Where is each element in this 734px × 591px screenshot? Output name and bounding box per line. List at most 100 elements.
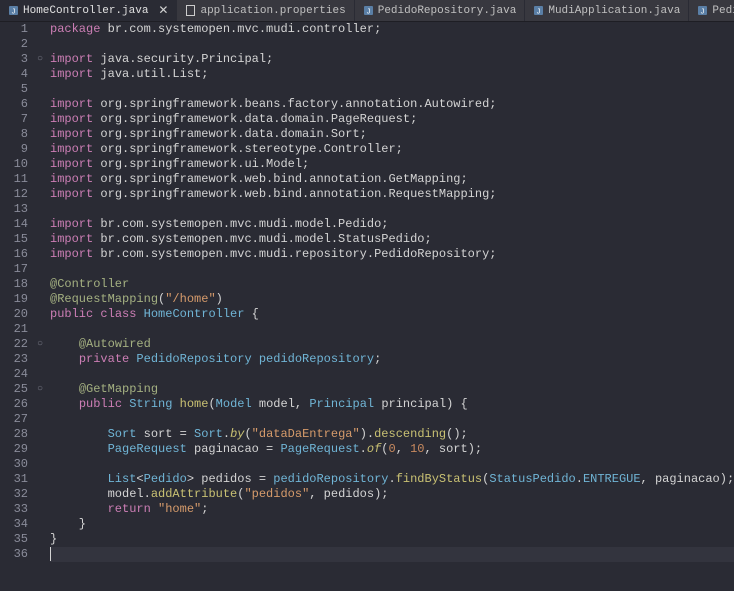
token-kw: import — [50, 247, 93, 261]
code-line[interactable]: import java.util.List; — [50, 67, 734, 82]
fold-marker — [34, 217, 46, 232]
token-pkg — [50, 382, 79, 396]
code-line[interactable] — [50, 367, 734, 382]
fold-marker[interactable]: ○ — [34, 52, 46, 67]
tab-4[interactable]: J PedidoRes — [689, 0, 734, 21]
fold-marker — [34, 37, 46, 52]
token-call: home — [180, 397, 209, 411]
line-number: 1 — [0, 22, 28, 37]
line-number: 34 — [0, 517, 28, 532]
code-line[interactable] — [50, 322, 734, 337]
code-line[interactable]: public String home(Model model, Principa… — [50, 397, 734, 412]
token-pkg: (); — [446, 427, 468, 441]
code-line[interactable]: model.addAttribute("pedidos", pedidos); — [50, 487, 734, 502]
tab-2[interactable]: JPedidoRepository.java — [355, 0, 526, 21]
token-pkg: br.com.systemopen.mvc.mudi.repository.Pe… — [93, 247, 496, 261]
code-line[interactable]: PageRequest paginacao = PageRequest.of(0… — [50, 442, 734, 457]
token-str: "dataDaEntrega" — [252, 427, 360, 441]
code-line[interactable] — [50, 457, 734, 472]
token-pkg: . — [223, 427, 230, 441]
token-ann: @GetMapping — [79, 382, 158, 396]
token-pkg: } — [50, 532, 57, 546]
token-kw: import — [50, 142, 93, 156]
token-pkg — [50, 427, 108, 441]
code-line[interactable]: import org.springframework.beans.factory… — [50, 97, 734, 112]
svg-text:J: J — [701, 9, 705, 16]
tab-3[interactable]: JMudiApplication.java — [525, 0, 689, 21]
code-line[interactable]: Sort sort = Sort.by("dataDaEntrega").des… — [50, 427, 734, 442]
code-line[interactable]: } — [50, 532, 734, 547]
code-line[interactable]: return "home"; — [50, 502, 734, 517]
code-line[interactable]: import java.security.Principal; — [50, 52, 734, 67]
code-line[interactable] — [50, 37, 734, 52]
fold-marker — [34, 502, 46, 517]
fold-marker — [34, 97, 46, 112]
token-kw: import — [50, 127, 93, 141]
token-ann: @RequestMapping — [50, 292, 158, 306]
tab-0[interactable]: JHomeController.java✕ — [0, 0, 177, 21]
token-kw: import — [50, 217, 93, 231]
code-line[interactable]: import org.springframework.data.domain.S… — [50, 127, 734, 142]
line-number: 27 — [0, 412, 28, 427]
code-line[interactable]: import br.com.systemopen.mvc.mudi.model.… — [50, 232, 734, 247]
code-line[interactable]: import br.com.systemopen.mvc.mudi.model.… — [50, 217, 734, 232]
token-kw: import — [50, 187, 93, 201]
line-number: 30 — [0, 457, 28, 472]
code-line[interactable]: public class HomeController { — [50, 307, 734, 322]
tab-1[interactable]: application.properties — [177, 0, 354, 21]
code-line[interactable]: import org.springframework.ui.Model; — [50, 157, 734, 172]
line-number: 21 — [0, 322, 28, 337]
code-line[interactable] — [50, 412, 734, 427]
token-pkg: java.util.List; — [93, 67, 208, 81]
fold-marker — [34, 232, 46, 247]
code-line[interactable] — [50, 202, 734, 217]
line-number: 31 — [0, 472, 28, 487]
code-line[interactable]: import org.springframework.web.bind.anno… — [50, 172, 734, 187]
token-pkg: sort = — [144, 427, 194, 441]
token-type: List — [108, 472, 137, 486]
code-line[interactable] — [50, 547, 734, 562]
code-line[interactable]: private PedidoRepository pedidoRepositor… — [50, 352, 734, 367]
code-line[interactable]: import br.com.systemopen.mvc.mudi.reposi… — [50, 247, 734, 262]
token-pkg: ( — [208, 397, 215, 411]
token-pkg: principal) { — [381, 397, 467, 411]
token-pkg: < — [136, 472, 143, 486]
token-kw: public — [50, 307, 100, 321]
fold-column: ○ ○ ○ — [34, 22, 46, 591]
code-line[interactable]: } — [50, 517, 734, 532]
line-number: 20 — [0, 307, 28, 322]
token-kw: import — [50, 52, 93, 66]
token-pkg: , — [396, 442, 410, 456]
token-str: "home" — [158, 502, 201, 516]
token-call: findByStatus — [396, 472, 482, 486]
java-file-icon: J — [8, 5, 19, 16]
close-icon[interactable]: ✕ — [158, 3, 168, 18]
code-line[interactable]: @Autowired — [50, 337, 734, 352]
token-type: Sort — [108, 427, 144, 441]
code-line[interactable] — [50, 262, 734, 277]
code-line[interactable]: List<Pedido> pedidos = pedidoRepository.… — [50, 472, 734, 487]
fold-marker[interactable]: ○ — [34, 337, 46, 352]
token-str: "pedidos" — [244, 487, 309, 501]
code-line[interactable]: package br.com.systemopen.mvc.mudi.contr… — [50, 22, 734, 37]
token-type: HomeController — [144, 307, 245, 321]
code-line[interactable]: import org.springframework.data.domain.P… — [50, 112, 734, 127]
code-area[interactable]: package br.com.systemopen.mvc.mudi.contr… — [46, 22, 734, 591]
fold-marker[interactable]: ○ — [34, 382, 46, 397]
code-line[interactable]: @GetMapping — [50, 382, 734, 397]
fold-marker — [34, 457, 46, 472]
tab-label: PedidoRes — [712, 5, 734, 17]
code-line[interactable]: import org.springframework.stereotype.Co… — [50, 142, 734, 157]
line-number: 10 — [0, 157, 28, 172]
code-line[interactable]: import org.springframework.web.bind.anno… — [50, 187, 734, 202]
token-pkg: model. — [50, 487, 151, 501]
token-call: addAttribute — [151, 487, 237, 501]
code-line[interactable]: @RequestMapping("/home") — [50, 292, 734, 307]
code-line[interactable] — [50, 82, 734, 97]
token-field: pedidoRepository — [259, 352, 374, 366]
line-number: 13 — [0, 202, 28, 217]
token-kw: import — [50, 112, 93, 126]
fold-marker — [34, 127, 46, 142]
code-line[interactable]: @Controller — [50, 277, 734, 292]
fold-marker — [34, 487, 46, 502]
